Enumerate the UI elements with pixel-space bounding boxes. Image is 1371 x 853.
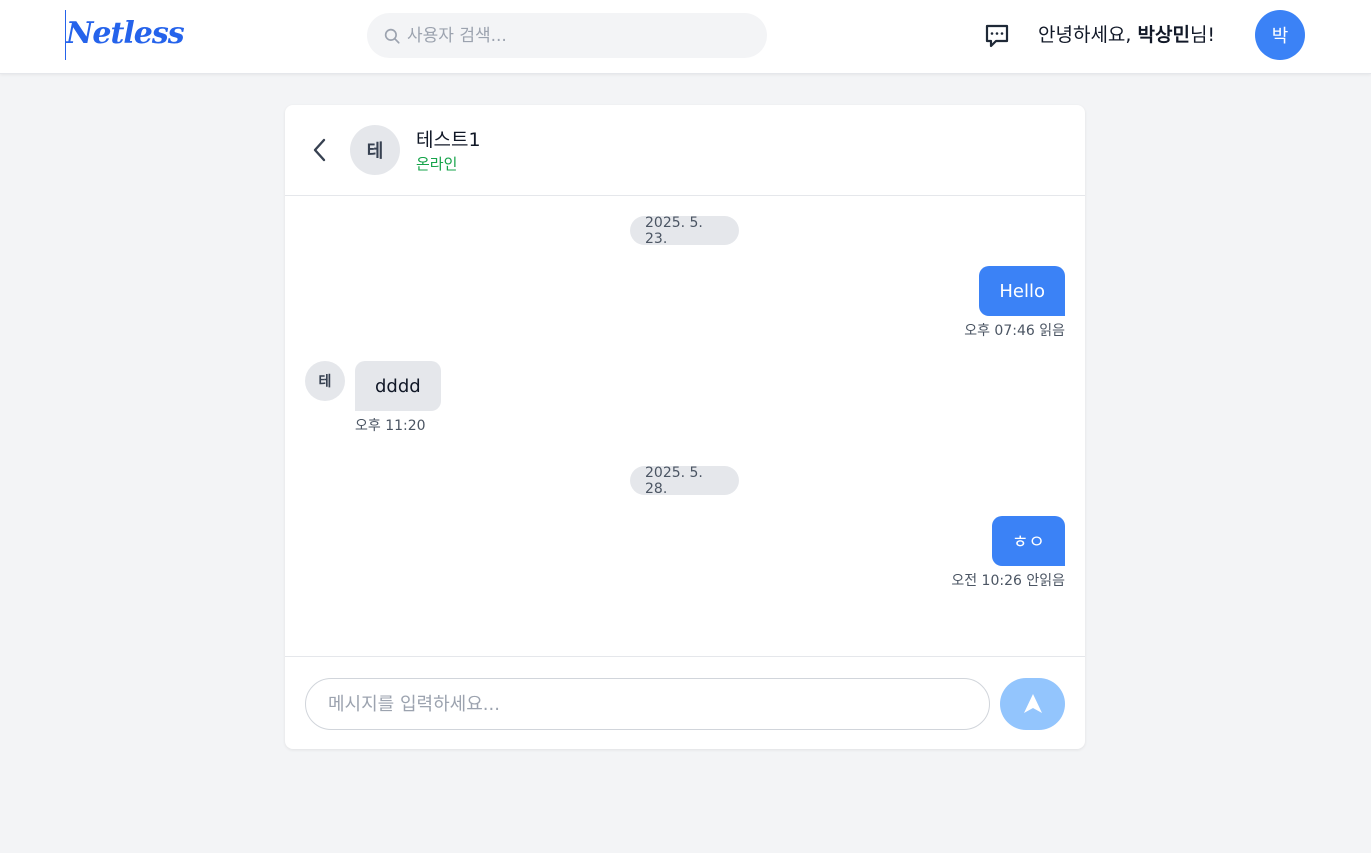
logo-text: Netless	[66, 16, 185, 51]
greeting-text: 안녕하세요, 박상민님!	[1038, 22, 1215, 48]
date-separator: 2025. 5. 28.	[630, 465, 739, 497]
sent-message-meta: 오전 10:26 안읽음	[951, 572, 1065, 590]
user-search-box[interactable]	[367, 13, 767, 58]
message-input[interactable]	[305, 678, 990, 730]
partner-status: 온라인	[416, 155, 458, 173]
chat-card: 테 테스트1 온라인 2025. 5. 23. Hello 오후 07:46 읽…	[285, 105, 1085, 749]
user-name: 박상민	[1137, 24, 1190, 46]
chat-list-button[interactable]	[982, 21, 1012, 51]
message-time: 오전 10:26	[951, 573, 1022, 589]
chat-header: 테 테스트1 온라인	[285, 105, 1085, 196]
received-message-bubble: dddd	[355, 361, 441, 411]
read-status: 안읽음	[1026, 573, 1065, 589]
back-button[interactable]	[307, 135, 333, 165]
greeting-suffix: 님!	[1189, 24, 1216, 46]
received-message-time: 오후 11:20	[355, 418, 426, 434]
read-status: 읽음	[1039, 323, 1065, 339]
top-header: Netless 안녕하세요, 박상민님! 박	[0, 0, 1371, 74]
search-icon	[384, 28, 400, 44]
logo[interactable]: Netless	[65, 10, 185, 60]
partner-name: 테스트1	[416, 129, 481, 151]
chevron-left-icon	[313, 138, 326, 162]
greeting-prefix: 안녕하세요,	[1038, 24, 1138, 46]
chat-bubble-icon	[985, 24, 1009, 48]
partner-avatar: 테	[350, 125, 400, 175]
sent-message-bubble: ㅎㅇ	[991, 516, 1065, 566]
send-arrow-icon	[1023, 694, 1042, 713]
message-time: 오후 07:46	[964, 323, 1035, 339]
message-composer	[285, 656, 1085, 749]
sent-message-bubble: Hello	[979, 266, 1065, 316]
date-separator: 2025. 5. 23.	[630, 215, 739, 247]
sent-message-meta: 오후 07:46 읽음	[964, 322, 1065, 340]
sender-avatar: 테	[305, 361, 345, 401]
send-button[interactable]	[1000, 678, 1065, 730]
message-list[interactable]: 2025. 5. 23. Hello 오후 07:46 읽음 테 dddd 오후…	[285, 196, 1085, 656]
user-search-input[interactable]	[407, 25, 747, 46]
user-avatar[interactable]: 박	[1255, 10, 1305, 60]
